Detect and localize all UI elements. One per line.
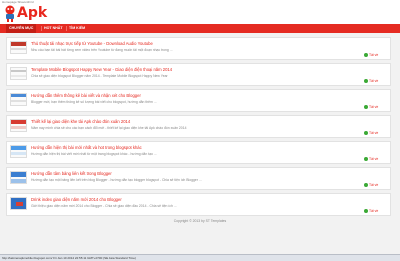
download-label: Tải về	[369, 157, 379, 161]
download-label: Tải về	[369, 79, 379, 83]
post-item[interactable]: Thủ thuật tải nhạc trực tiếp từ Youtube …	[6, 37, 391, 60]
post-item[interactable]: Hướng dẫn tâm bảng liên kết trong Blogge…	[6, 167, 391, 190]
footer-copyright: Copyright © 2013 by ST Templates	[173, 219, 227, 223]
post-item[interactable]: Template Mobile Blogspot Happy New Year …	[6, 63, 391, 86]
post-title[interactable]: Hướng dẫn tâm bảng liên kết trong Blogge…	[31, 171, 361, 176]
post-description: Hướng dẫn tạo một bảng liên kết trên blo…	[31, 178, 202, 182]
post-thumbnail[interactable]	[10, 171, 27, 184]
download-icon	[364, 78, 368, 83]
post-thumbnail[interactable]	[10, 197, 27, 210]
nav-item-chuyen-muc[interactable]: CHUYÊN MỤC	[6, 24, 37, 33]
post-item[interactable]: Hướng dẫn thêm thông kê bài viết và nhận…	[6, 89, 391, 112]
main-nav: CHUYÊN MỤC HOT NHẤT TÌM KIẾM	[0, 24, 400, 33]
post-thumbnail[interactable]	[10, 41, 27, 54]
post-description: Nhu cầu bạn tải bài hát từng xem video t…	[31, 48, 173, 52]
download-icon	[364, 52, 368, 57]
download-button[interactable]: Tải về	[364, 208, 379, 214]
post-thumbnail[interactable]	[10, 93, 27, 106]
post-title[interactable]: Drink index giao diện năm mới 2014 cho B…	[31, 197, 361, 202]
post-title[interactable]: Template Mobile Blogspot Happy New Year …	[31, 67, 361, 72]
post-thumbnail[interactable]	[10, 67, 27, 80]
download-button[interactable]: Tải về	[364, 156, 379, 162]
download-label: Tải về	[369, 131, 379, 135]
download-button[interactable]: Tải về	[364, 52, 379, 58]
post-description: Chia sẻ giao diện blogspot Blogger năm 2…	[31, 74, 168, 78]
download-icon	[364, 208, 368, 213]
nav-separator	[41, 26, 42, 31]
post-title[interactable]: Thủ thuật tải nhạc trực tiếp từ Youtube …	[31, 41, 361, 46]
post-item[interactable]: Thiết kế lại giao diện khe tải Apk chào …	[6, 115, 391, 138]
download-button[interactable]: Tải về	[364, 104, 379, 110]
browser-status-bar: http://taimienapkmobile.blogspot.com/ Fr…	[0, 254, 400, 261]
post-description: Blogger mới, bạn thêm thông kê số lượng …	[31, 100, 157, 104]
download-icon	[364, 104, 368, 109]
post-thumbnail[interactable]	[10, 119, 27, 132]
post-description: Năm nay mình chia sẻ cho các bạn cách đổ…	[31, 126, 187, 130]
download-icon	[364, 182, 368, 187]
download-button[interactable]: Tải về	[364, 130, 379, 136]
download-icon	[364, 156, 368, 161]
post-item[interactable]: Drink index giao diện năm mới 2014 cho B…	[6, 193, 391, 216]
nav-item-hot-nhat[interactable]: HOT NHẤT	[44, 24, 63, 33]
post-title[interactable]: Hướng dẫn hiện thị bài mới nhất và hot t…	[31, 145, 361, 150]
site-logo[interactable]: Apk	[17, 5, 47, 21]
download-button[interactable]: Tải về	[364, 182, 379, 188]
download-button[interactable]: Tải về	[364, 78, 379, 84]
post-item[interactable]: Hướng dẫn hiện thị bài mới nhất và hot t…	[6, 141, 391, 164]
download-icon	[364, 130, 368, 135]
nav-item-tim-kiem[interactable]: TÌM KIẾM	[69, 24, 85, 33]
site-header: Apk	[0, 4, 400, 24]
post-title[interactable]: Thiết kế lại giao diện khe tải Apk chào …	[31, 119, 361, 124]
post-description: Hướng dẫn hiện thị bài viết mới nhất từ …	[31, 152, 157, 156]
download-label: Tải về	[369, 183, 379, 187]
download-label: Tải về	[369, 209, 379, 213]
post-title[interactable]: Hướng dẫn thêm thông kê bài viết và nhận…	[31, 93, 361, 98]
post-thumbnail[interactable]	[10, 145, 27, 158]
post-description: Giới thiệu giao diện năm mới 2014 cho Bl…	[31, 204, 177, 208]
nav-separator	[66, 26, 67, 31]
download-label: Tải về	[369, 105, 379, 109]
android-robot-icon	[5, 5, 15, 22]
download-label: Tải về	[369, 53, 379, 57]
